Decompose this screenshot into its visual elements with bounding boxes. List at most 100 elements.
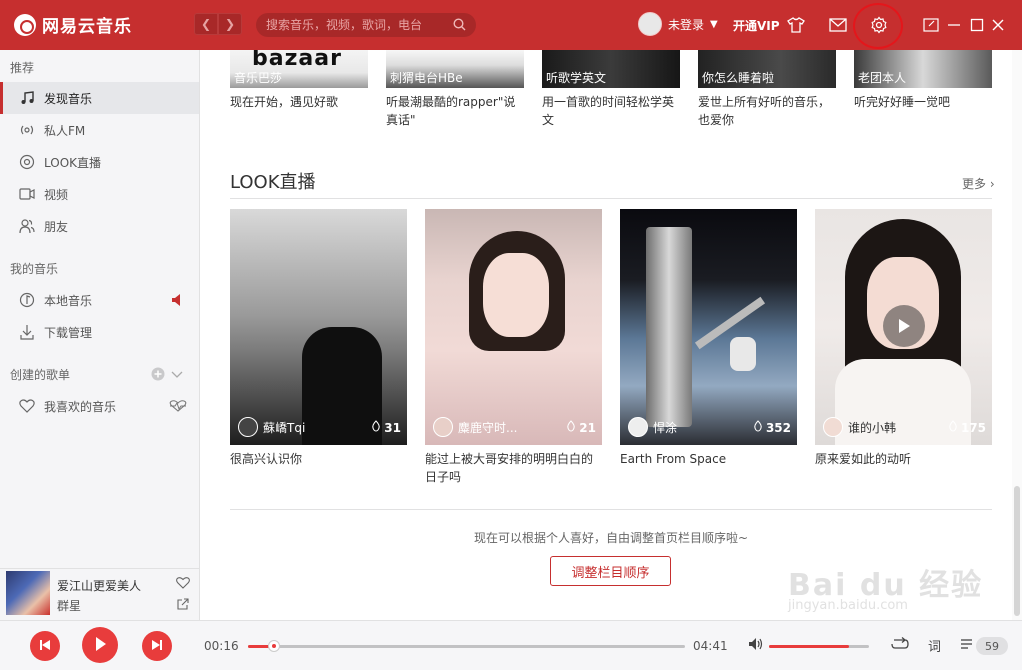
mail-icon[interactable] xyxy=(828,15,848,35)
top-card[interactable]: 听歌学英文 xyxy=(542,50,680,88)
card-caption[interactable]: 用一首歌的时间轻松学英文 xyxy=(542,93,680,129)
chevron-down-icon[interactable] xyxy=(171,368,183,382)
video-icon xyxy=(18,185,36,203)
live-host: 悍涂 xyxy=(628,417,677,437)
maximize-icon[interactable] xyxy=(967,15,987,35)
back-button[interactable]: ❮ xyxy=(194,13,218,35)
viewer-count-value: 175 xyxy=(960,420,986,435)
viewer-count: 352 xyxy=(753,420,791,435)
card-overlay-label: 老团本人 xyxy=(858,71,907,85)
caret-down-icon[interactable]: ▼ xyxy=(710,19,718,30)
play-button[interactable] xyxy=(82,627,118,663)
flame-icon xyxy=(566,420,576,435)
sidebar-item-liked-music[interactable]: 我喜欢的音乐 xyxy=(0,390,199,422)
previous-button[interactable] xyxy=(30,631,60,661)
user-menu[interactable]: 未登录 ▼ xyxy=(638,12,718,36)
app-logo[interactable]: 网易云音乐 xyxy=(14,12,132,37)
section-divider xyxy=(230,198,992,199)
top-card[interactable]: 你怎么睡着啦 xyxy=(698,50,836,88)
song-artist[interactable]: 群星 xyxy=(57,597,81,614)
live-host: 麋鹿守时... xyxy=(433,417,517,437)
card-caption[interactable]: 爱世上所有好听的音乐，也爱你 xyxy=(698,93,830,129)
section-title[interactable]: LOOK直播 xyxy=(230,168,316,194)
play-overlay-button[interactable] xyxy=(883,305,925,347)
live-caption[interactable]: 能过上被大哥安排的明明白白的日子吗 xyxy=(425,450,602,486)
heartbeat-mode-icon[interactable] xyxy=(168,400,188,415)
sidebar: 推荐 发现音乐 私人FM LOOK直播 视频 朋友 我的音乐 本地音乐 下载管理… xyxy=(0,50,200,620)
lyrics-button[interactable]: 词 xyxy=(928,636,941,655)
song-title[interactable]: 爱江山更爱美人 xyxy=(57,577,141,594)
more-link[interactable]: 更多 › xyxy=(962,175,995,192)
top-card[interactable]: bazaar 音乐巴莎 xyxy=(230,50,368,88)
live-card[interactable]: 谁的小韩 175 xyxy=(815,209,992,445)
card-caption[interactable]: 听最潮最酷的rapper"说真话" xyxy=(386,93,524,129)
avatar[interactable] xyxy=(638,12,662,36)
elapsed-time: 00:16 xyxy=(204,639,239,653)
login-status[interactable]: 未登录 xyxy=(668,16,704,33)
friends-icon xyxy=(18,217,36,235)
live-card[interactable]: 蘇嶠Tqi 31 xyxy=(230,209,407,445)
flame-icon xyxy=(948,420,958,435)
player-bar: 00:16 04:41 词 59 xyxy=(0,620,1022,670)
astronaut-shape xyxy=(730,337,756,371)
adjust-order-button[interactable]: 调整栏目顺序 xyxy=(550,556,671,586)
title-bar: 网易云音乐 ❮ ❯ 未登录 ▼ 开通VIP xyxy=(0,0,1022,50)
minimize-icon[interactable] xyxy=(944,15,964,35)
progress-bar[interactable] xyxy=(248,640,685,652)
telescope-body xyxy=(646,227,692,427)
speaker-playing-icon xyxy=(172,294,182,309)
card-caption[interactable]: 现在开始，遇见好歌 xyxy=(230,93,370,111)
card-overlay-label: 音乐巴莎 xyxy=(234,71,283,85)
sidebar-item-label: 我喜欢的音乐 xyxy=(44,399,117,414)
mini-player[interactable]: 爱江山更爱美人 群星 xyxy=(0,568,199,620)
album-cover[interactable] xyxy=(6,571,50,615)
more-label[interactable]: 更多 xyxy=(962,177,986,191)
baidu-watermark: Bai du 经验 jingyan.baidu.com xyxy=(788,560,983,613)
sidebar-item-discover-music[interactable]: 发现音乐 xyxy=(0,82,199,114)
sidebar-item-local-music[interactable]: 本地音乐 xyxy=(0,284,199,316)
skin-icon[interactable] xyxy=(786,15,806,35)
history-nav: ❮ ❯ xyxy=(194,13,242,35)
volume-icon[interactable] xyxy=(748,637,764,655)
sidebar-item-video[interactable]: 视频 xyxy=(0,178,199,210)
search-icon[interactable] xyxy=(453,18,466,34)
like-heart-icon[interactable] xyxy=(176,577,190,592)
radio-icon xyxy=(18,121,36,139)
close-icon[interactable] xyxy=(988,15,1008,35)
progress-knob[interactable] xyxy=(268,640,281,652)
bazaar-logo-text: bazaar xyxy=(252,50,342,71)
next-button[interactable] xyxy=(142,631,172,661)
forward-button[interactable]: ❯ xyxy=(218,13,242,35)
live-card[interactable]: 悍涂 352 xyxy=(620,209,797,445)
playlist-icon[interactable] xyxy=(960,638,976,656)
sidebar-item-friends[interactable]: 朋友 xyxy=(0,210,199,242)
sidebar-item-private-fm[interactable]: 私人FM xyxy=(0,114,199,146)
sidebar-item-download-manager[interactable]: 下载管理 xyxy=(0,316,199,348)
live-caption[interactable]: 原来爱如此的动听 xyxy=(815,450,992,468)
loop-mode-icon[interactable] xyxy=(890,637,910,655)
volume-slider[interactable] xyxy=(769,645,869,648)
live-card[interactable]: 麋鹿守时... 21 xyxy=(425,209,602,445)
share-icon[interactable] xyxy=(177,598,189,613)
live-caption[interactable]: Earth From Space xyxy=(620,450,797,468)
scrollbar[interactable] xyxy=(1012,50,1022,620)
live-caption[interactable]: 很高兴认识你 xyxy=(230,450,407,468)
search-input[interactable] xyxy=(266,18,446,32)
top-card[interactable]: 刺猬电台HBe xyxy=(386,50,524,88)
playlist-count-badge[interactable]: 59 xyxy=(976,637,1008,655)
sidebar-item-label: 视频 xyxy=(44,187,69,202)
previous-track-icon xyxy=(39,639,51,654)
card-caption[interactable]: 听完好好睡一觉吧 xyxy=(854,93,994,111)
annotation-circle xyxy=(853,3,903,49)
mini-mode-icon[interactable] xyxy=(921,15,941,35)
card-overlay-label: 你怎么睡着啦 xyxy=(702,71,775,85)
vip-link[interactable]: 开通VIP xyxy=(733,17,780,34)
add-playlist-icon[interactable] xyxy=(151,367,165,384)
top-card[interactable]: 老团本人 xyxy=(854,50,992,88)
sidebar-section-recommend: 推荐 xyxy=(10,61,35,75)
scrollbar-thumb[interactable] xyxy=(1014,486,1020,616)
card-overlay-label: 听歌学英文 xyxy=(546,71,607,85)
live-host: 谁的小韩 xyxy=(823,417,896,437)
sidebar-item-look-live[interactable]: LOOK直播 xyxy=(0,146,199,178)
netease-logo-icon xyxy=(14,13,36,36)
